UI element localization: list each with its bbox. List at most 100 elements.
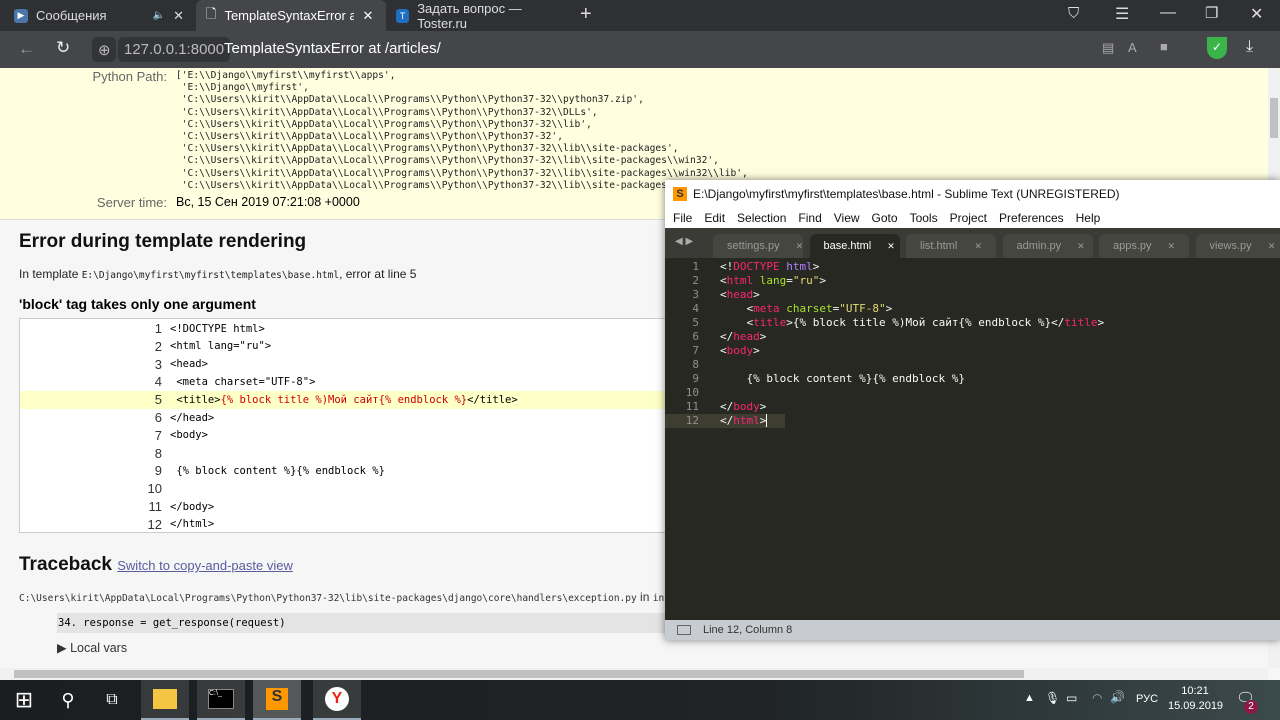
close-window-button[interactable]: ✕ (1250, 4, 1263, 24)
line-number: 1 (154, 321, 162, 336)
restore-button[interactable]: ❐ (1205, 4, 1218, 22)
close-icon[interactable]: ✕ (796, 241, 804, 252)
menu-tools[interactable]: Tools (910, 211, 938, 225)
close-icon[interactable]: ✕ (173, 8, 184, 24)
translate-icon[interactable]: A (1128, 40, 1137, 55)
globe-icon[interactable]: ⊕ (92, 37, 116, 62)
template-line: 11 </body> (20, 498, 680, 516)
wifi-icon[interactable]: ◠ (1092, 691, 1102, 705)
template-line: 1 <!DOCTYPE html> (20, 320, 680, 338)
close-icon[interactable]: ✕ (1268, 241, 1276, 252)
line-number: 10 (685, 386, 699, 399)
menu-view[interactable]: View (834, 211, 860, 225)
editor-tab[interactable]: apps.py ✕ (1099, 234, 1189, 258)
tab-label: views.py (1209, 240, 1252, 252)
reader-icon[interactable]: ▤ (1102, 40, 1114, 56)
line-number: 2 (154, 338, 162, 354)
page-title[interactable]: TemplateSyntaxError at /articles/ (224, 40, 441, 57)
speaker-icon[interactable]: 🔈 (153, 10, 165, 21)
code-line: 1 <!DOCTYPE html> (665, 260, 819, 274)
editor-tab[interactable]: settings.py ✕ (713, 234, 803, 258)
url-host[interactable]: 127.0.0.1:8000 (118, 37, 231, 62)
reload-button[interactable]: ↻ (56, 38, 70, 58)
line-number: 3 (692, 288, 699, 301)
code-token: </ (720, 414, 734, 427)
close-icon[interactable]: ✕ (1168, 241, 1176, 252)
tab-template-error[interactable]: 🗋 TemplateSyntaxError at / ✕ (196, 0, 386, 31)
code-line: 7 <body> (665, 344, 759, 358)
code-line: 6 </head> (665, 330, 766, 344)
close-icon[interactable]: ✕ (362, 8, 373, 24)
horizontal-scrollbar[interactable] (0, 668, 1268, 680)
code-text: <meta charset="UTF-8"> (170, 375, 316, 388)
error-message: 'block' tag takes only one argument (19, 296, 256, 312)
scroll-thumb[interactable] (1270, 98, 1278, 138)
microphone-icon[interactable]: 🎙 (1045, 691, 1060, 705)
start-button[interactable]: ⊞ (0, 680, 48, 720)
language-indicator[interactable]: РУС (1136, 693, 1158, 705)
template-info: In template E:\Django\myfirst\myfirst\te… (19, 267, 416, 281)
editor-tab[interactable]: views.py ✕ (1195, 234, 1280, 258)
tray-expand-icon[interactable]: ▲ (1024, 692, 1035, 704)
traceback-frame-file: C:\Users\kirit\AppData\Local\Programs\Py… (19, 590, 681, 604)
task-view-button[interactable]: ⧉ (88, 680, 136, 720)
new-tab-button[interactable]: + (580, 3, 592, 26)
minimize-button[interactable]: — (1160, 4, 1176, 22)
menu-goto[interactable]: Goto (872, 211, 898, 225)
template-line: 2 <html lang="ru"> (20, 337, 680, 355)
line-number: 6 (692, 330, 699, 343)
code-token: < (720, 344, 727, 357)
bookmark-icon[interactable]: ■ (1160, 39, 1168, 54)
menu-file[interactable]: File (673, 211, 692, 225)
clock[interactable]: 10:21 15.09.2019 (1168, 684, 1223, 714)
line-code: </html> (170, 518, 214, 530)
close-icon[interactable]: ✕ (974, 241, 982, 252)
tab-toster[interactable]: T Задать вопрос — Toster.ru (386, 0, 576, 31)
sublime-editor[interactable]: 1 <!DOCTYPE html> 2 <html lang="ru"> 3 <head>… (665, 260, 1280, 620)
tab-nav-arrows[interactable]: ◀ ▶ (675, 236, 693, 247)
tab-messages[interactable]: ▶ Сообщения 🔈 ✕ (4, 0, 194, 31)
download-icon[interactable]: ⤓ (1246, 38, 1253, 56)
menu-icon[interactable]: ☰ (1115, 4, 1129, 24)
cursor-position: Line 12, Column 8 (703, 624, 793, 636)
taskbar-cmd[interactable]: C:\_ (197, 680, 245, 720)
scroll-thumb[interactable] (14, 670, 1024, 678)
tab-title: TemplateSyntaxError at / (224, 8, 355, 23)
browser-tab-bar: ▶ Сообщения 🔈 ✕ 🗋 TemplateSyntaxError at… (0, 0, 1280, 31)
close-icon[interactable]: ✕ (887, 241, 895, 252)
search-button[interactable]: ⚲ (44, 680, 92, 720)
code-token: > (759, 400, 767, 413)
taskbar-sublime[interactable]: S (253, 680, 301, 720)
python-path-label: Python Path: (92, 69, 167, 84)
code-token: title (1064, 316, 1098, 329)
menu-project[interactable]: Project (950, 211, 987, 225)
volume-icon[interactable]: 🔊 (1110, 690, 1125, 704)
menu-preferences[interactable]: Preferences (999, 211, 1064, 225)
switch-copy-paste-link[interactable]: Switch to copy-and-paste view (117, 558, 293, 573)
protect-shield-icon[interactable]: ✓ (1207, 37, 1227, 59)
bookmarks-icon[interactable]: ⛉ (1068, 5, 1079, 22)
battery-icon[interactable]: ▭ (1066, 691, 1077, 705)
taskbar-explorer[interactable] (141, 680, 189, 720)
code-token: </ (720, 330, 734, 343)
code-token: body (726, 344, 754, 357)
code-token: charset (786, 302, 833, 315)
code-token: > (885, 302, 893, 315)
local-vars-toggle[interactable]: ▶ Local vars (57, 640, 127, 655)
error-line: 5 (409, 267, 417, 281)
menu-edit[interactable]: Edit (704, 211, 725, 225)
back-button[interactable]: ← (18, 39, 35, 59)
editor-tab[interactable]: list.html ✕ (906, 234, 996, 258)
template-path: E:\Django\myfirst\myfirst\templates\base… (81, 270, 340, 281)
menu-help[interactable]: Help (1076, 211, 1101, 225)
menu-find[interactable]: Find (798, 211, 821, 225)
editor-tab[interactable]: base.html ✕ (809, 234, 900, 258)
console-icon[interactable] (677, 625, 691, 635)
code-line: 9 {% block content %}{% endblock %} (665, 372, 965, 386)
editor-tab[interactable]: admin.py ✕ (1002, 234, 1093, 258)
close-icon[interactable]: ✕ (1077, 241, 1085, 252)
template-line: 8 (20, 444, 680, 462)
cmd-icon: C:\_ (208, 689, 234, 709)
menu-selection[interactable]: Selection (737, 211, 786, 225)
taskbar-yandex[interactable]: Y (313, 680, 361, 720)
